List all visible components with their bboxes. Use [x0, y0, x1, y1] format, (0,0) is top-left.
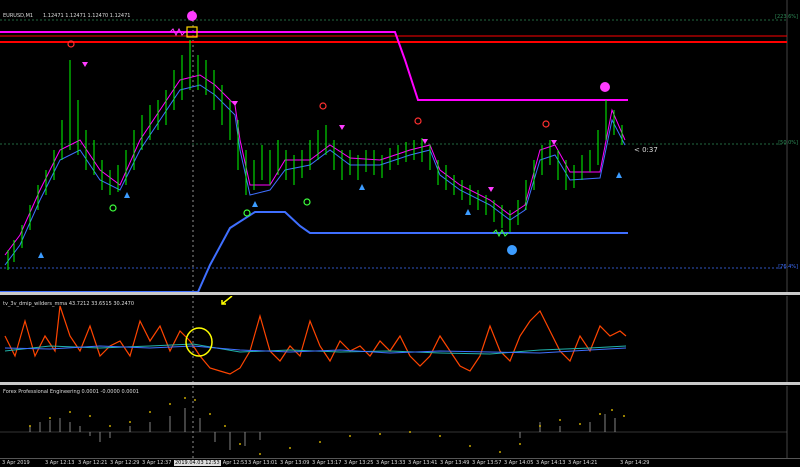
indicator2-panel[interactable]: Forex Professional Engineering 0.0001 -0…	[0, 386, 800, 458]
candles	[7, 40, 623, 270]
panel-divider[interactable]	[0, 292, 800, 295]
indicator2-svg	[0, 386, 788, 458]
bottom-marker-icon	[507, 245, 517, 255]
time-axis-label: 3 Apr 13:01	[248, 460, 278, 466]
time-axis-label: 3 Apr 13:25	[344, 460, 374, 466]
time-axis-label: 3 Apr 14:13	[536, 460, 566, 466]
symbol-title: EURUSD,M1	[3, 13, 34, 19]
price-chart-panel[interactable]: EURUSD,M1 1.12471 1.12471 1.12470 1.1247…	[0, 0, 800, 292]
time-axis-label: 3 Apr 13:33	[376, 460, 406, 466]
buy-signal-icon	[109, 204, 117, 212]
time-axis-label: 3 Apr 13:17	[312, 460, 342, 466]
ohlc-values: 1.12471 1.12471 1.12470 1.12471	[43, 13, 131, 19]
time-axis-label: 3 Apr 13:41	[408, 460, 438, 466]
level-mid-label: [50.0%]	[778, 140, 798, 146]
time-axis-label: 3 Apr 2019	[2, 460, 30, 466]
time-axis-label: 3 Apr 13:09	[280, 460, 310, 466]
indicator1-svg	[4, 296, 788, 382]
sell-signal-icon	[414, 117, 422, 125]
time-axis-label: 3 Apr 12:21	[78, 460, 108, 466]
time-axis-label: 3 Apr 13:57	[472, 460, 502, 466]
indicator1-label: tv_3v_dmip_wilders_mma 43.7212 33.6515 3…	[3, 301, 135, 307]
sell-signal-icon	[542, 120, 550, 128]
time-axis-label: 3 Apr 14:21	[568, 460, 598, 466]
orange-oscillator-line	[4, 305, 627, 375]
indicator1-panel[interactable]: tv_3v_dmip_wilders_mma 43.7212 33.6515 3…	[0, 296, 800, 382]
level-top-label: [223.6%]	[775, 14, 798, 20]
time-axis-label: 3 Apr 12:13	[45, 460, 75, 466]
dotted-signal-line	[29, 397, 625, 455]
blue-stepped-line	[0, 211, 628, 292]
blue-ma-line	[4, 84, 626, 266]
histogram-bars	[29, 408, 616, 450]
buy-signal-icon	[303, 198, 311, 206]
time-axis-label: 3 Apr 14:29	[620, 460, 650, 466]
top-marker-icon	[187, 11, 197, 21]
down-arrow-icons	[82, 62, 557, 192]
indicator2-label: Forex Professional Engineering 0.0001 -0…	[3, 389, 139, 395]
highlight-circle	[185, 327, 213, 357]
highlight-arrow-icon	[221, 296, 233, 305]
sell-signal-icon	[319, 102, 327, 110]
buy-signal-icon	[243, 209, 251, 217]
price-chart-svg	[0, 0, 788, 292]
time-axis-label: 3 Apr 12:53	[218, 460, 248, 466]
bar-countdown: < 0:37	[634, 146, 658, 154]
time-axis-label: 3 Apr 14:05	[504, 460, 534, 466]
panel-divider[interactable]	[0, 382, 800, 385]
level-bottom-label: [76.4%]	[778, 264, 798, 270]
time-axis-label: 3 Apr 12:37	[142, 460, 172, 466]
time-axis-label: 3 Apr 12:29	[110, 460, 140, 466]
time-axis-label: 3 Apr 13:49	[440, 460, 470, 466]
top-marker-icon	[600, 82, 610, 92]
time-axis-cursor-label: 2019.04.03 12:53	[174, 460, 221, 466]
magenta-ma-line	[4, 74, 626, 256]
